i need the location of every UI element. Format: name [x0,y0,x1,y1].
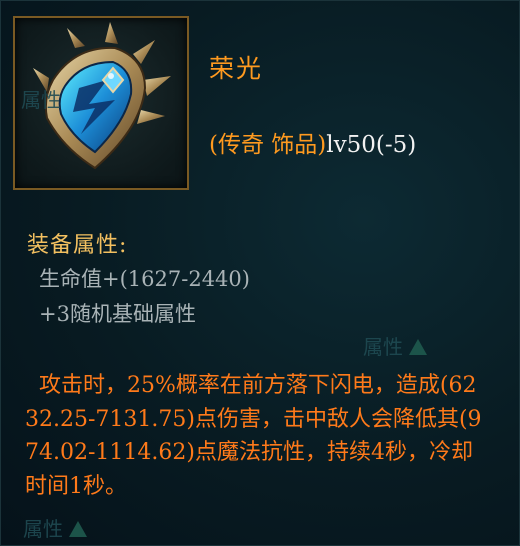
watermark-text: 属性 [23,517,63,541]
attributes-section-title: 装备属性: [27,233,128,258]
up-arrow-icon [409,339,427,355]
watermark: 属性 [363,331,427,360]
item-level: lv50(-5) [326,132,417,158]
item-tooltip: 属性 荣光 (传奇 饰品)lv50(-5) 装备属性: 生命值+(1627-24… [0,0,520,546]
watermark-text: 属性 [363,335,403,359]
skill-description: 攻击时，25%概率在前方落下闪电，造成(6232.25-7131.75)点伤害，… [25,373,482,499]
up-arrow-icon [69,521,87,537]
item-quality-type: (传奇 饰品) [209,132,327,158]
watermark: 属性 [23,513,87,542]
item-name: 荣光 [209,54,264,83]
watermark-text: 属性 [21,88,61,112]
attribute-line: 生命值+(1627-2440) [39,267,250,291]
attribute-line: +3随机基础属性 [39,302,196,326]
item-icon-frame: 属性 [13,16,189,190]
item-type-level: (传奇 饰品)lv50(-5) [209,125,416,159]
